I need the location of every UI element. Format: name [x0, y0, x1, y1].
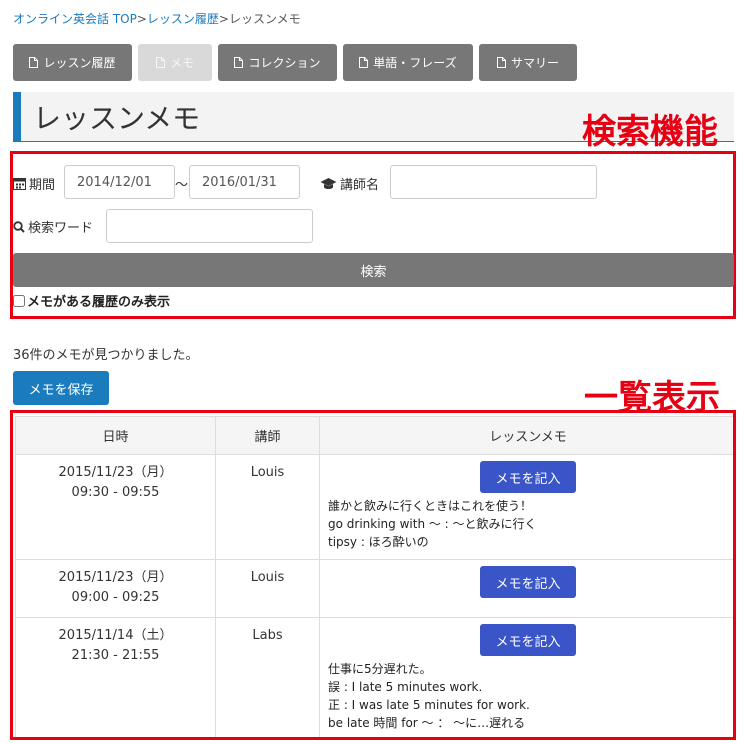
breadcrumb-link-top[interactable]: オンライン英会話 TOP — [13, 12, 137, 26]
tab-label: メモ — [169, 56, 194, 70]
memo-only-label: メモがある履歴のみ表示 — [27, 295, 171, 310]
write-memo-button[interactable]: メモを記入 — [480, 461, 576, 493]
graduation-cap-icon — [320, 178, 337, 189]
lesson-time: 09:30 - 09:55 — [71, 485, 160, 500]
teacher-label-group: 講師名 — [320, 174, 379, 193]
date-from-input[interactable] — [64, 165, 175, 199]
table-row: 2015/11/23（月） 09:00 - 09:25 Louis メモを記入 — [15, 559, 733, 618]
annotation-search-feature: 検索機能 — [582, 112, 718, 152]
period-label-group: 期間 — [13, 174, 55, 193]
cell-teacher: Louis — [215, 559, 320, 618]
lesson-date: 2015/11/14（土） — [58, 628, 173, 643]
column-header-teacher: 講師 — [215, 416, 320, 455]
cell-teacher: Labs — [215, 617, 320, 737]
document-icon — [359, 57, 369, 68]
period-label: 期間 — [29, 178, 56, 193]
memo-line: tipsy : ほろ酔いの — [328, 535, 429, 549]
memo-table: 日時 講師 レッスンメモ 2015/11/23（月） 09:30 - 09:55… — [15, 416, 733, 737]
table-row: 2015/11/23（月） 09:30 - 09:55 Louis メモを記入 … — [15, 454, 733, 560]
document-icon — [496, 57, 506, 68]
date-to-input[interactable] — [189, 165, 300, 199]
tab-memo[interactable]: メモ — [138, 44, 212, 81]
keyword-input[interactable] — [106, 209, 313, 243]
save-memo-button[interactable]: メモを保存 — [13, 371, 109, 405]
search-icon — [13, 220, 25, 233]
document-icon — [234, 57, 244, 68]
search-button[interactable]: 検索 — [13, 253, 734, 287]
table-header-row: 日時 講師 レッスンメモ — [15, 416, 733, 455]
keyword-label: 検索ワード — [28, 221, 94, 236]
column-header-datetime: 日時 — [15, 416, 216, 455]
breadcrumb: オンライン英会話 TOP>レッスン履歴>レッスンメモ — [13, 10, 301, 27]
teacher-name-input[interactable] — [390, 165, 597, 199]
memo-only-checkbox[interactable] — [13, 294, 25, 307]
memo-line: 誤 : I late 5 minutes work. — [328, 680, 483, 694]
memo-line: be late 時間 for ～ ： ～に…遅れる — [328, 716, 526, 730]
breadcrumb-separator: > — [136, 12, 147, 26]
document-icon — [155, 57, 165, 68]
column-header-memo: レッスンメモ — [319, 416, 733, 455]
table-row: 2015/11/14（土） 21:30 - 21:55 Labs メモを記入 仕… — [15, 617, 733, 737]
date-range-separator: 〜 — [175, 178, 189, 193]
lesson-time: 21:30 - 21:55 — [71, 648, 160, 663]
memo-list-highlight: 日時 講師 レッスンメモ 2015/11/23（月） 09:30 - 09:55… — [10, 410, 736, 740]
lesson-time: 09:00 - 09:25 — [71, 590, 160, 605]
tab-label: 単語・フレーズ — [373, 56, 457, 70]
memo-line: 正 : I was late 5 minutes for work. — [328, 698, 530, 712]
write-memo-button[interactable]: メモを記入 — [480, 624, 576, 656]
result-count: 36件のメモが見つかりました。 — [13, 348, 199, 363]
keyword-label-group: 検索ワード — [13, 217, 93, 236]
tab-label: コレクション — [248, 56, 321, 70]
tab-summary[interactable]: サマリー — [479, 44, 577, 81]
cell-datetime: 2015/11/23（月） 09:30 - 09:55 — [15, 454, 216, 560]
memo-line: 仕事に5分遅れた。 — [328, 662, 432, 676]
cell-memo: メモを記入 誰かと飲みに行くときはこれを使う！ go drinking with… — [319, 454, 733, 560]
memo-line: 誰かと飲みに行くときはこれを使う！ — [328, 499, 533, 513]
breadcrumb-current: レッスンメモ — [228, 12, 301, 26]
breadcrumb-separator: > — [218, 12, 229, 26]
cell-teacher: Louis — [215, 454, 320, 560]
tab-collection[interactable]: コレクション — [218, 44, 337, 81]
tab-label: サマリー — [510, 56, 559, 70]
memo-only-filter[interactable]: メモがある履歴のみ表示 — [13, 291, 170, 310]
cell-datetime: 2015/11/14（土） 21:30 - 21:55 — [15, 617, 216, 737]
lesson-date: 2015/11/23（月） — [58, 570, 173, 585]
tab-label: レッスン履歴 — [43, 56, 116, 70]
cell-memo: メモを記入 — [319, 559, 733, 618]
breadcrumb-link-history[interactable]: レッスン履歴 — [147, 12, 219, 26]
document-icon — [29, 57, 39, 68]
cell-datetime: 2015/11/23（月） 09:00 - 09:25 — [15, 559, 216, 618]
calendar-icon — [13, 178, 26, 190]
cell-memo: メモを記入 仕事に5分遅れた。 誤 : I late 5 minutes wor… — [319, 617, 733, 737]
tab-words-phrases[interactable]: 単語・フレーズ — [343, 44, 473, 81]
tab-bar: レッスン履歴 メモ コレクション 単語・フレーズ サマリー — [13, 44, 577, 81]
memo-line: go drinking with ～ : ～と飲みに行く — [328, 517, 537, 531]
lesson-date: 2015/11/23（月） — [58, 465, 173, 480]
tab-lesson-history[interactable]: レッスン履歴 — [13, 44, 132, 81]
write-memo-button[interactable]: メモを記入 — [480, 566, 576, 598]
teacher-label: 講師名 — [340, 178, 380, 193]
